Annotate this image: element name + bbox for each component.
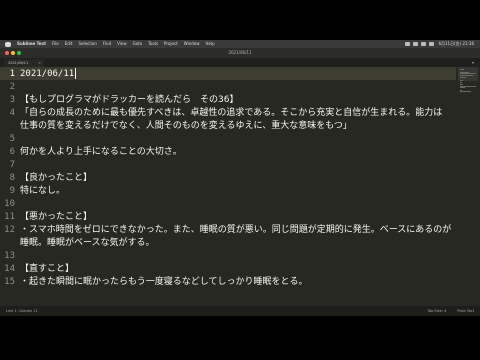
tab-label: 2021/06/11 — [8, 61, 29, 65]
line-text: 仕事の質を変えるだけでなく、人間そのものを変えるゆえに、重大な意味をもつ」 — [20, 121, 352, 131]
line-number: 9 — [9, 186, 15, 196]
minimap-line — [460, 87, 466, 89]
menu-tools[interactable]: Tools — [148, 40, 158, 48]
close-window-button[interactable] — [5, 51, 9, 55]
menu-edit[interactable]: Edit — [65, 40, 73, 48]
zoom-window-button[interactable] — [17, 51, 21, 55]
line-number: 8 — [9, 173, 15, 183]
editor-line: 睡眠。睡眠がベースな気がする。 — [20, 237, 155, 250]
editor-line: 仕事の質を変えるだけでなく、人間そのものを変えるゆえに、重大な意味をもつ」 — [20, 120, 352, 133]
line-number: 6 — [9, 147, 15, 157]
editor-line: 「自らの成長のために最も優先すべきは、卓越性の追求である。そこから充実と自信が生… — [20, 107, 442, 120]
tab-size-setting[interactable]: Tab Size: 4 — [428, 309, 447, 313]
line-text: 【もしプログラマがドラッカーを読んだら その36】 — [20, 95, 239, 105]
menu-window[interactable]: Window — [184, 40, 200, 48]
line-number: 14 — [4, 264, 15, 274]
minimap-line — [460, 77, 467, 79]
line-text: ・スマホ時間をゼロにできなかった。また、睡眠の質が悪い。同じ問題が定期的に発生。… — [20, 225, 452, 235]
line-number: 3 — [9, 95, 15, 105]
battery-icon[interactable] — [421, 42, 427, 46]
line-text: 【直すこと】 — [20, 264, 75, 274]
menu-goto[interactable]: Goto — [133, 40, 143, 48]
line-text: 何かを人より上手になることの大切さ。 — [20, 147, 182, 157]
line-text: 2021/06/11 — [20, 69, 75, 79]
text-cursor — [75, 68, 77, 79]
line-number: 12 — [4, 225, 15, 235]
menubar-clock[interactable]: 6月11日(金) 21:36 — [438, 40, 474, 48]
minimap[interactable] — [458, 67, 478, 306]
window-titlebar: 2021/06/11 — [0, 48, 480, 58]
line-number: 7 — [9, 160, 15, 170]
line-text: 「自らの成長のために最も優先すべきは、卓越性の追求である。そこから充実と自信が生… — [20, 108, 443, 118]
menubar: Sublime Text File Edit Selection Find Vi… — [0, 40, 480, 48]
menu-help[interactable]: Help — [206, 40, 215, 48]
window-title: 2021/06/11 — [228, 50, 252, 55]
line-number: 5 — [9, 134, 15, 144]
search-icon[interactable] — [429, 42, 435, 46]
line-number: 15 — [4, 277, 15, 287]
minimap-line — [460, 91, 472, 93]
editor-line: ・起きた瞬間に眠かったらもう一度寝るなどしてしっかり睡眠をとる。 — [20, 276, 307, 289]
minimap-line — [460, 81, 462, 83]
tab-file[interactable]: 2021/06/11 × — [4, 59, 44, 67]
line-text: 特になし。 — [20, 186, 66, 196]
menu-project[interactable]: Project — [164, 40, 178, 48]
editor-line: 【直すこと】 — [20, 263, 74, 276]
menu-view[interactable]: View — [117, 40, 127, 48]
editor-line: 特になし。 — [20, 185, 65, 198]
apple-icon[interactable] — [5, 41, 11, 47]
editor[interactable]: 1 2021/06/11 2 3 【もしプログラマがドラッカーを読んだら その36】 4 「… — [0, 67, 480, 306]
minimap-line — [460, 69, 464, 70]
status-area: 6月11日(金) 21:36 — [402, 40, 474, 48]
menu-selection[interactable]: Selection — [78, 40, 96, 48]
editor-line: 【良かったこと】 — [20, 172, 92, 185]
menu-file[interactable]: File — [52, 40, 59, 48]
minimap-line — [460, 74, 473, 76]
menu-find[interactable]: Find — [103, 40, 111, 48]
minimize-window-button[interactable] — [11, 51, 15, 55]
screen: Sublime Text File Edit Selection Find Vi… — [0, 40, 480, 316]
editor-line: 2021/06/11 — [20, 68, 77, 81]
status-bar: Line 1, Column 11 Tab Size: 4 Plain Text — [0, 306, 480, 316]
editor-line: 【もしプログラマがドラッカーを読んだら その36】 — [20, 94, 238, 107]
line-number: 13 — [4, 251, 15, 261]
line-number: 1 — [9, 69, 15, 79]
line-text: 【良かったこと】 — [20, 173, 93, 183]
editor-line: ・スマホ時間をゼロにできなかった。また、睡眠の質が悪い。同じ問題が定期的に発生。… — [20, 224, 451, 237]
line-number: 11 — [4, 212, 15, 222]
editor-line: 【悪かったこと】 — [20, 211, 92, 224]
line-number: 2 — [9, 82, 15, 92]
editor-line: 何かを人より上手になることの大切さ。 — [20, 146, 182, 159]
tab-bar: 2021/06/11 × ▾ — [0, 58, 480, 67]
wifi-icon[interactable] — [413, 42, 419, 46]
line-text: ・起きた瞬間に眠かったらもう一度寝るなどしてしっかり睡眠をとる。 — [20, 277, 308, 287]
line-text: 睡眠。睡眠がベースな気がする。 — [20, 238, 155, 248]
menu-app[interactable]: Sublime Text — [17, 40, 46, 48]
line-text: 【悪かったこと】 — [20, 212, 93, 222]
cursor-position: Line 1, Column 11 — [6, 309, 38, 313]
syntax-setting[interactable]: Plain Text — [457, 309, 474, 313]
line-number: 4 — [9, 108, 15, 118]
status-icon[interactable] — [405, 42, 411, 46]
close-icon[interactable]: × — [38, 59, 41, 67]
line-number: 10 — [4, 199, 15, 209]
chevron-down-icon[interactable]: ▾ — [472, 59, 474, 67]
